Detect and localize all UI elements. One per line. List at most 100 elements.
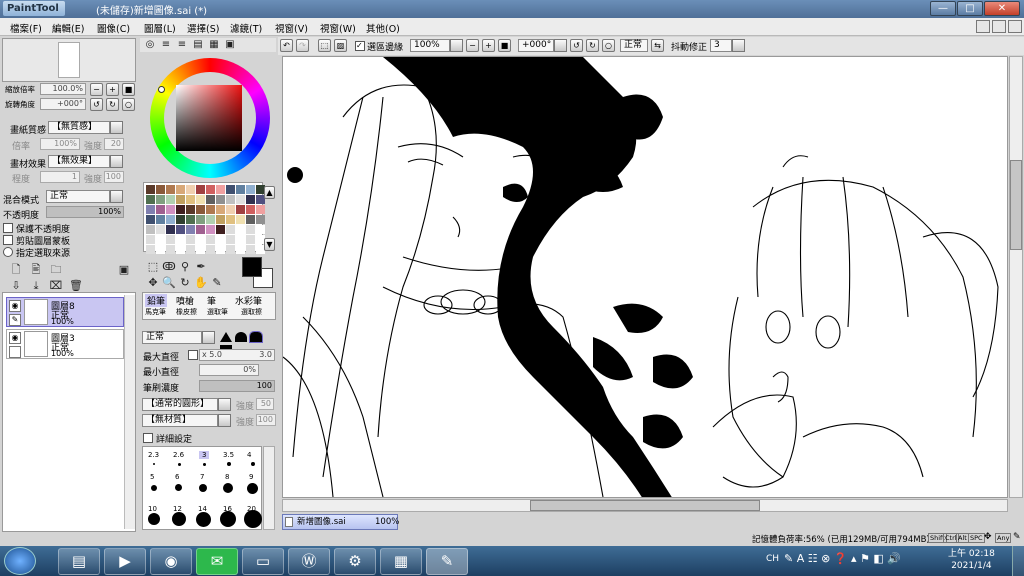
- layer-mask-icon[interactable]: ▣: [116, 262, 132, 278]
- color-swatch[interactable]: [246, 245, 255, 254]
- lasso-icon[interactable]: ↂ: [161, 259, 177, 275]
- menu-layer[interactable]: 圖層(L): [144, 21, 176, 35]
- menu-canvas[interactable]: 圖像(C): [97, 21, 130, 35]
- canvas-angle-dropdown[interactable]: +000°: [518, 39, 554, 52]
- color-swatch[interactable]: [246, 185, 255, 194]
- color-swatch[interactable]: [236, 235, 245, 244]
- color-swatch[interactable]: [186, 215, 195, 224]
- canvas-zoom-arrow[interactable]: [450, 39, 463, 52]
- protect-opacity-checkbox[interactable]: [3, 223, 13, 233]
- steam-icon[interactable]: ⚙: [334, 548, 376, 575]
- color-swatch[interactable]: [226, 235, 235, 244]
- zoom-slider[interactable]: 100.0%: [40, 83, 86, 95]
- color-swatch[interactable]: [236, 225, 245, 234]
- tab-pencil[interactable]: 鉛筆: [145, 294, 168, 307]
- color-swatch[interactable]: [156, 185, 165, 194]
- color-swatch[interactable]: [196, 185, 205, 194]
- edit-empty-icon[interactable]: [9, 346, 21, 358]
- menu-edit[interactable]: 編輯(E): [52, 21, 84, 35]
- color-swatch[interactable]: [176, 215, 185, 224]
- color-swatch[interactable]: [236, 195, 245, 204]
- w-app-icon[interactable]: Ⓦ: [288, 548, 330, 575]
- move-icon[interactable]: ✥: [145, 275, 161, 291]
- color-swatch[interactable]: [176, 185, 185, 194]
- maximize-button[interactable]: □: [957, 1, 983, 16]
- color-swatch[interactable]: [186, 245, 195, 254]
- tray-icons[interactable]: ✎ A ☷ ⊗ ❓ ▴ ⚑ ◧ 🔊: [784, 552, 901, 565]
- color-swatch[interactable]: [196, 235, 205, 244]
- canvas-rotate-reset-button[interactable]: ○: [602, 39, 615, 52]
- canvas-horizontal-scroll-thumb[interactable]: [530, 500, 760, 511]
- stabilizer-arrow[interactable]: [732, 39, 745, 52]
- color-swatch[interactable]: [206, 195, 215, 204]
- document-tab[interactable]: 新增圖像.sai 100%: [282, 514, 399, 530]
- color-swatch[interactable]: [166, 245, 175, 254]
- tab-select-pen[interactable]: 選取筆: [207, 307, 228, 317]
- color-swatch[interactable]: [226, 245, 235, 254]
- color-swatch[interactable]: [236, 245, 245, 254]
- navigator-thumbnail[interactable]: [58, 42, 80, 78]
- canvas-zoom-out-button[interactable]: −: [466, 39, 479, 52]
- close-button[interactable]: ✕: [984, 1, 1020, 16]
- menu-window[interactable]: 視窗(W): [320, 21, 356, 35]
- paper-texture-arrow[interactable]: [110, 121, 123, 134]
- canvas-mode-dropdown[interactable]: 正常: [620, 39, 648, 52]
- brush-density-slider[interactable]: 100: [199, 380, 275, 392]
- tab-marker[interactable]: 馬克筆: [145, 307, 166, 317]
- line-icon[interactable]: ✉: [196, 548, 238, 575]
- color-swatch[interactable]: [246, 205, 255, 214]
- color-swatch[interactable]: [246, 215, 255, 224]
- selection-source-checkbox[interactable]: [3, 247, 13, 257]
- zoom-in-button[interactable]: +: [106, 83, 119, 96]
- brush-texture-arrow[interactable]: [218, 414, 231, 427]
- color-swatch[interactable]: [146, 235, 155, 244]
- scratchpad-mode-icon[interactable]: ▣: [222, 37, 238, 53]
- zoom-out-button[interactable]: −: [90, 83, 103, 96]
- visibility-eye-icon[interactable]: ◉: [9, 332, 21, 344]
- drawing-canvas[interactable]: [282, 56, 1008, 498]
- zoom-icon[interactable]: 🔍: [161, 275, 177, 291]
- menu-other[interactable]: 其他(O): [366, 21, 400, 35]
- visibility-eye-icon[interactable]: ◉: [9, 300, 21, 312]
- color-swatch[interactable]: [156, 235, 165, 244]
- input-language[interactable]: CH: [766, 554, 779, 564]
- tab-eraser[interactable]: 橡皮擦: [176, 307, 197, 317]
- canvas-zoom-in-button[interactable]: +: [482, 39, 495, 52]
- color-swatch[interactable]: [176, 235, 185, 244]
- color-swatch[interactable]: [196, 215, 205, 224]
- color-swatch[interactable]: [146, 205, 155, 214]
- color-swatch[interactable]: [186, 195, 195, 204]
- color-swatch[interactable]: [196, 195, 205, 204]
- brush-texture-dropdown[interactable]: 【無材質】: [142, 414, 218, 427]
- canvas-vertical-scroll-thumb[interactable]: [1010, 160, 1022, 250]
- layer-item-1[interactable]: ◉ ✎ 圖層8 正常 100%: [6, 297, 124, 327]
- color-swatch[interactable]: [246, 195, 255, 204]
- media-player-icon[interactable]: ▶: [104, 548, 146, 575]
- rgb-slider-mode-icon[interactable]: ≡: [158, 37, 174, 53]
- canvas-zoom-dropdown[interactable]: 100%: [410, 39, 450, 52]
- paper-effect-arrow[interactable]: [110, 155, 123, 168]
- color-swatch[interactable]: [156, 205, 165, 214]
- doc-minimize-button[interactable]: [976, 20, 990, 33]
- color-swatch[interactable]: [176, 245, 185, 254]
- color-swatch[interactable]: [206, 225, 215, 234]
- doc-close-button[interactable]: [1008, 20, 1022, 33]
- color-swatch[interactable]: [156, 245, 165, 254]
- color-swatch[interactable]: [256, 205, 265, 214]
- color-swatch[interactable]: [216, 235, 225, 244]
- redo-icon[interactable]: ↷: [296, 39, 309, 52]
- menu-select[interactable]: 選擇(S): [187, 21, 219, 35]
- magic-wand-icon[interactable]: ⚲: [177, 259, 193, 275]
- swatch-scroll-up[interactable]: ▲: [264, 186, 275, 199]
- brush-mode-dropdown[interactable]: 正常: [142, 331, 202, 344]
- size-multiplier-checkbox[interactable]: [188, 350, 198, 360]
- brush-size-grid[interactable]: 2.3 2.6 3 3.5 4 5 6 7 8 9 10 12 14 16 20: [142, 446, 262, 530]
- color-swatch[interactable]: [186, 235, 195, 244]
- show-desktop-button[interactable]: [1012, 546, 1024, 576]
- gradient-mode-icon[interactable]: ▤: [190, 37, 206, 53]
- color-swatch[interactable]: [146, 245, 155, 254]
- color-swatch[interactable]: [216, 225, 225, 234]
- stabilizer-dropdown[interactable]: 3: [710, 39, 732, 52]
- file-explorer-icon[interactable]: ▤: [58, 548, 100, 575]
- paper-effect-dropdown[interactable]: 【無效果】: [48, 155, 110, 168]
